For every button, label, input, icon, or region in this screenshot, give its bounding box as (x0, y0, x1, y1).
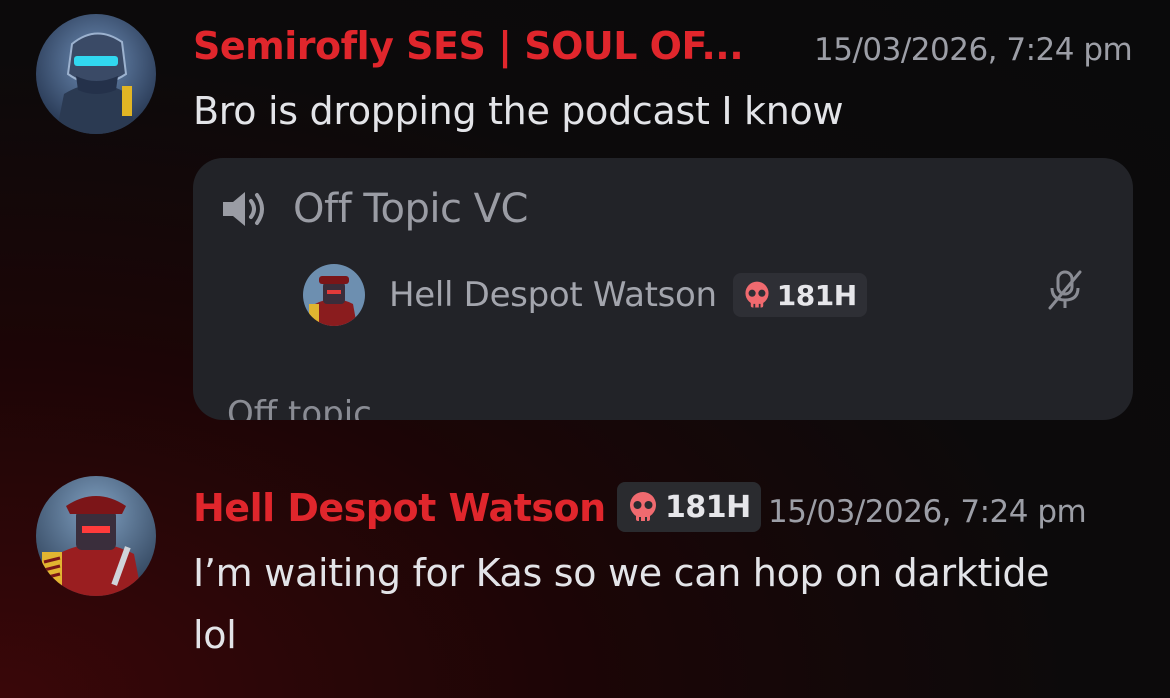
voice-channel-name: Off Topic VC (293, 186, 528, 232)
member-badge-label: 181H (776, 278, 857, 312)
voice-channel-header: Off Topic VC (221, 186, 528, 232)
user-avatar-semirofly[interactable] (36, 14, 156, 134)
commissar-avatar-icon (36, 476, 156, 596)
message-timestamp: 15/03/2026, 7:24 pm (814, 32, 1133, 68)
message-text-line-1: I’m waiting for Kas so we can hop on dar… (193, 551, 1050, 595)
speaker-icon (221, 189, 269, 229)
commissar-avatar-icon (303, 264, 365, 326)
message-author[interactable]: Hell Despot Watson (193, 486, 606, 530)
muted-mic-icon (1045, 268, 1085, 312)
member-name: Hell Despot Watson (389, 275, 717, 315)
user-badge-label: 181H (665, 489, 751, 525)
skull-icon (630, 492, 656, 521)
user-avatar-hell-despot-watson[interactable] (36, 476, 156, 596)
voice-channel-member[interactable]: Hell Despot Watson 181H (303, 264, 867, 326)
armored-soldier-avatar-icon (36, 14, 156, 134)
voice-channel-embed[interactable]: Off Topic VC Hell Despot Watson 181H Off… (193, 158, 1133, 420)
member-badge: 181H (732, 273, 867, 317)
skull-icon (745, 281, 769, 308)
user-badge: 181H (617, 482, 761, 532)
message-text: Bro is dropping the podcast I know (193, 89, 844, 133)
message-timestamp: 15/03/2026, 7:24 pm (768, 494, 1087, 530)
embed-footer-text: Off topic (227, 394, 372, 420)
message-text-line-2: lol (193, 613, 237, 657)
member-avatar (303, 264, 365, 326)
message-author[interactable]: Semirofly SES | SOUL OF... (193, 24, 744, 68)
